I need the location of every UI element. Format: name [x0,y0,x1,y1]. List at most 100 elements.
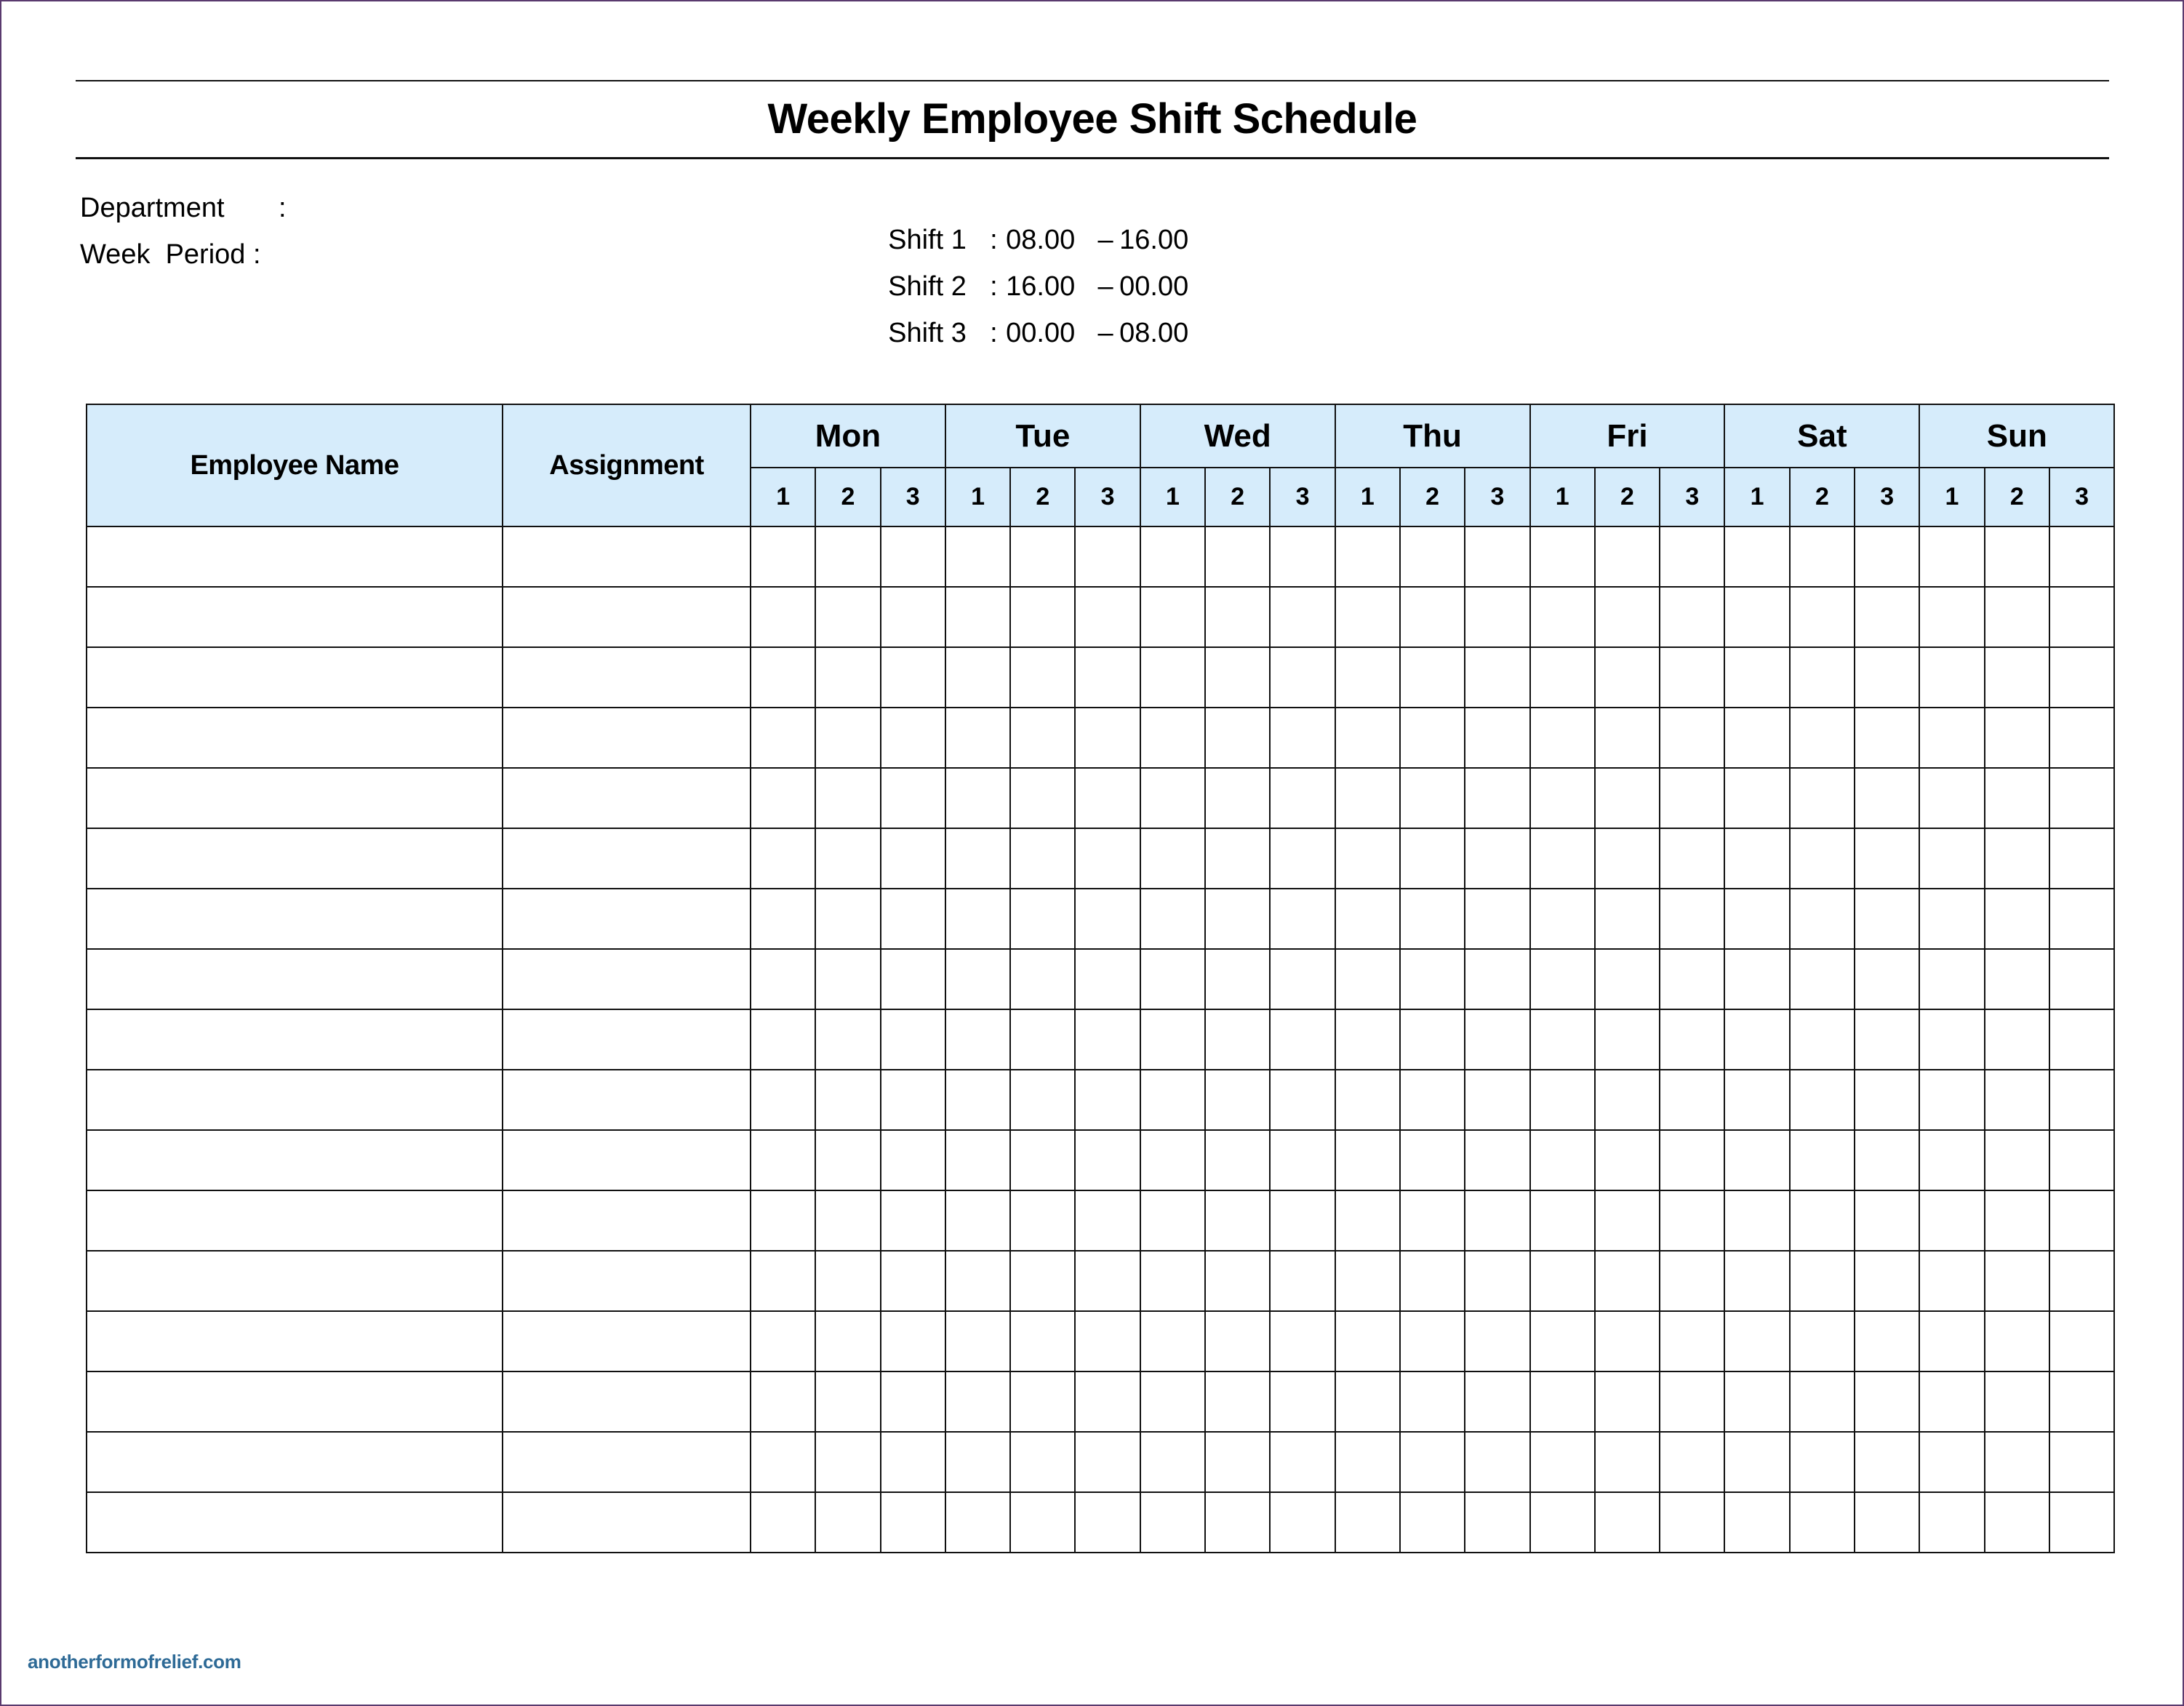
shift-cell-thu-3[interactable] [1464,1431,1531,1493]
shift-cell-wed-1[interactable] [1139,828,1207,889]
shift-cell-sun-3[interactable] [2048,767,2116,829]
assignment-cell[interactable] [502,948,751,1010]
shift-cell-thu-3[interactable] [1464,1491,1531,1553]
shift-cell-sun-2[interactable] [1983,1190,2050,1252]
shift-cell-tue-3[interactable] [1074,948,1141,1010]
shift-cell-fri-1[interactable] [1529,948,1596,1010]
shift-cell-fri-1[interactable] [1529,1129,1596,1191]
shift-cell-sat-3[interactable] [1854,586,1921,648]
shift-cell-sun-2[interactable] [1983,948,2050,1010]
shift-cell-sun-2[interactable] [1983,526,2050,588]
shift-cell-fri-2[interactable] [1593,767,1661,829]
shift-cell-fri-1[interactable] [1529,1310,1596,1372]
shift-cell-sat-3[interactable] [1854,1371,1921,1433]
shift-cell-sat-1[interactable] [1724,1069,1791,1131]
shift-cell-sun-1[interactable] [1919,1129,1985,1191]
shift-cell-sun-3[interactable] [2048,1129,2116,1191]
shift-cell-wed-3[interactable] [1269,586,1336,648]
shift-cell-sun-2[interactable] [1983,1310,2050,1372]
shift-cell-tue-3[interactable] [1074,1491,1141,1553]
shift-cell-wed-3[interactable] [1269,526,1336,588]
shift-cell-fri-1[interactable] [1529,646,1596,708]
shift-cell-tue-1[interactable] [944,828,1012,889]
employee-name-cell[interactable] [86,1310,503,1372]
shift-cell-thu-2[interactable] [1399,1129,1466,1191]
shift-cell-sun-1[interactable] [1919,1371,1985,1433]
assignment-cell[interactable] [502,1069,751,1131]
shift-cell-sun-1[interactable] [1919,586,1985,648]
shift-cell-sat-2[interactable] [1788,948,1856,1010]
shift-cell-sat-3[interactable] [1854,1491,1921,1553]
shift-cell-sat-3[interactable] [1854,1009,1921,1070]
shift-cell-sun-3[interactable] [2048,1250,2116,1312]
shift-cell-thu-1[interactable] [1334,1190,1401,1252]
shift-cell-mon-3[interactable] [879,1190,946,1252]
shift-cell-tue-2[interactable] [1009,1491,1076,1553]
shift-cell-mon-3[interactable] [879,1009,946,1070]
shift-cell-fri-1[interactable] [1529,767,1596,829]
shift-cell-tue-1[interactable] [944,1371,1012,1433]
shift-cell-tue-2[interactable] [1009,1009,1076,1070]
shift-cell-wed-1[interactable] [1139,948,1207,1010]
shift-cell-fri-2[interactable] [1593,1250,1661,1312]
shift-cell-fri-2[interactable] [1593,1310,1661,1372]
shift-cell-wed-3[interactable] [1269,828,1336,889]
shift-cell-sun-3[interactable] [2048,1009,2116,1070]
shift-cell-wed-2[interactable] [1204,707,1271,769]
shift-cell-sat-2[interactable] [1788,1190,1856,1252]
shift-cell-fri-3[interactable] [1659,1069,1726,1131]
shift-cell-sat-2[interactable] [1788,526,1856,588]
shift-cell-wed-2[interactable] [1204,828,1271,889]
shift-cell-sun-1[interactable] [1919,1009,1985,1070]
shift-cell-fri-1[interactable] [1529,707,1596,769]
employee-name-cell[interactable] [86,1491,503,1553]
shift-cell-mon-1[interactable] [749,586,817,648]
shift-cell-mon-3[interactable] [879,1371,946,1433]
shift-cell-fri-2[interactable] [1593,1371,1661,1433]
shift-cell-mon-1[interactable] [749,526,817,588]
shift-cell-sat-2[interactable] [1788,1310,1856,1372]
shift-cell-wed-2[interactable] [1204,948,1271,1010]
shift-cell-fri-2[interactable] [1593,1190,1661,1252]
shift-cell-tue-2[interactable] [1009,1190,1076,1252]
shift-cell-tue-3[interactable] [1074,828,1141,889]
shift-cell-fri-1[interactable] [1529,586,1596,648]
shift-cell-wed-3[interactable] [1269,1129,1336,1191]
assignment-cell[interactable] [502,1009,751,1070]
shift-cell-sun-3[interactable] [2048,828,2116,889]
shift-cell-fri-1[interactable] [1529,1190,1596,1252]
shift-cell-mon-1[interactable] [749,1250,817,1312]
shift-cell-tue-1[interactable] [944,888,1012,950]
shift-cell-mon-3[interactable] [879,828,946,889]
employee-name-cell[interactable] [86,1250,503,1312]
shift-cell-sun-1[interactable] [1919,1431,1985,1493]
shift-cell-sun-3[interactable] [2048,707,2116,769]
shift-cell-sun-1[interactable] [1919,1491,1985,1553]
shift-cell-sat-2[interactable] [1788,767,1856,829]
shift-cell-fri-3[interactable] [1659,707,1726,769]
shift-cell-thu-2[interactable] [1399,828,1466,889]
shift-cell-tue-1[interactable] [944,767,1012,829]
shift-cell-thu-3[interactable] [1464,707,1531,769]
shift-cell-thu-1[interactable] [1334,1491,1401,1553]
shift-cell-thu-1[interactable] [1334,1069,1401,1131]
shift-cell-mon-1[interactable] [749,828,817,889]
shift-cell-sun-3[interactable] [2048,586,2116,648]
shift-cell-wed-2[interactable] [1204,1491,1271,1553]
shift-cell-tue-1[interactable] [944,1190,1012,1252]
shift-cell-tue-3[interactable] [1074,1129,1141,1191]
shift-cell-thu-3[interactable] [1464,767,1531,829]
shift-cell-fri-2[interactable] [1593,1129,1661,1191]
shift-cell-thu-1[interactable] [1334,828,1401,889]
shift-cell-mon-1[interactable] [749,1009,817,1070]
shift-cell-wed-3[interactable] [1269,1009,1336,1070]
assignment-cell[interactable] [502,1250,751,1312]
shift-cell-wed-2[interactable] [1204,1129,1271,1191]
shift-cell-thu-2[interactable] [1399,888,1466,950]
shift-cell-mon-2[interactable] [815,1069,881,1131]
shift-cell-thu-2[interactable] [1399,707,1466,769]
shift-cell-thu-3[interactable] [1464,1190,1531,1252]
employee-name-cell[interactable] [86,1431,503,1493]
shift-cell-sat-3[interactable] [1854,767,1921,829]
shift-cell-wed-2[interactable] [1204,1190,1271,1252]
